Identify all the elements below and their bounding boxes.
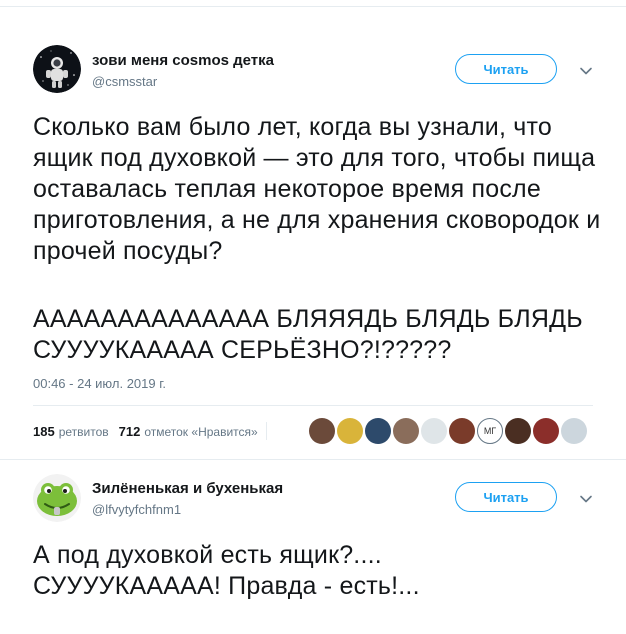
likes-count: 712: [118, 423, 141, 439]
user-handle[interactable]: @lfvytyfchfnm1: [92, 502, 181, 517]
stats-separator: [265, 422, 267, 440]
chevron-down-icon[interactable]: [578, 63, 594, 79]
red-figure-avatar[interactable]: [533, 418, 559, 444]
display-name[interactable]: Зилёненькая и бухенькая: [92, 480, 283, 497]
dark-hair-avatar[interactable]: [505, 418, 531, 444]
display-name[interactable]: зови меня cosmos детка: [92, 52, 274, 69]
avatar-frog[interactable]: [33, 474, 81, 522]
tweet-timestamp[interactable]: 00:46 - 24 июл. 2019 г.: [33, 376, 166, 391]
default-user-avatar[interactable]: [561, 418, 587, 444]
likes-stat[interactable]: 712 отметок «Нравится»: [119, 424, 258, 439]
dark-figure-avatar[interactable]: [365, 418, 391, 444]
astronaut-icon: [33, 45, 81, 93]
retweets-stat[interactable]: 185 ретвитов: [33, 424, 109, 439]
tweet-text-paragraph-1: Сколько вам было лет, когда вы узнали, ч…: [33, 113, 601, 265]
likes-label: отметок «Нравится»: [144, 424, 258, 439]
woman-avatar[interactable]: [393, 418, 419, 444]
retweets-count: 185: [33, 423, 55, 439]
chevron-down-icon[interactable]: [578, 491, 594, 507]
sunset-avatar[interactable]: [449, 418, 475, 444]
bearded-man-avatar[interactable]: [309, 418, 335, 444]
penguin-avatar[interactable]: [421, 418, 447, 444]
follow-button[interactable]: Читать: [455, 482, 557, 512]
user-handle[interactable]: @csmsstar: [92, 74, 157, 89]
monogram-avatar[interactable]: МГ: [477, 418, 503, 444]
stats-divider-top: [33, 405, 593, 406]
main-tweet: зови меня cosmos детка @csmsstar Читать …: [0, 0, 626, 460]
reply-tweet: Зилёненькая и бухенькая @lfvytyfchfnm1 Ч…: [0, 460, 626, 634]
tweet-stats: 185 ретвитов 712 отметок «Нравится»: [33, 421, 275, 441]
tweet-text: А под духовкой есть ящик?.... СУУУУКАААА…: [33, 541, 420, 600]
liker-avatars: МГ: [309, 418, 589, 444]
cartoon-avatar[interactable]: [337, 418, 363, 444]
retweets-label: ретвитов: [58, 424, 109, 439]
frog-icon: [33, 474, 81, 522]
tweet-text-paragraph-2: АААААААААААААА БЛЯЯЯДЬ БЛЯДЬ БЛЯДЬ СУУУУ…: [33, 305, 583, 364]
avatar-cosmos[interactable]: [33, 45, 81, 93]
follow-button[interactable]: Читать: [455, 54, 557, 84]
